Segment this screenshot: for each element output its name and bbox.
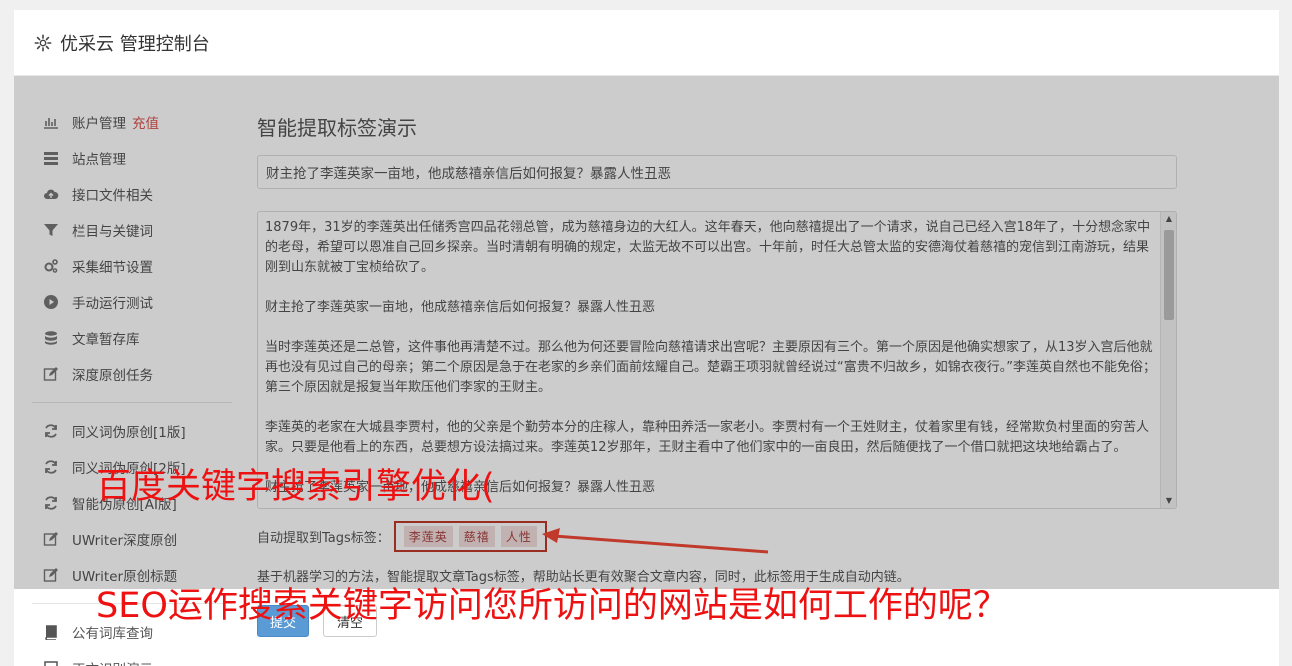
sidebar-item-synonym-v1[interactable]: 同义词伪原创[1版] [42,413,232,449]
play-circle-icon [42,293,60,311]
tags-label: 自动提取到Tags标签： [257,531,390,546]
scroll-down-icon[interactable]: ▼ [1161,494,1176,508]
tag-badge: 李莲英 [403,526,453,547]
sidebar-item-manual-run[interactable]: 手动运行测试 [42,284,232,320]
refresh-icon [42,494,60,512]
overlay-subheadline: SEO运作搜索关键字访问您所访问的网站是如何工作的呢？ [96,586,1008,626]
refresh-icon [42,422,60,440]
content-scrollbar[interactable]: ▲ ▼ [1160,212,1176,508]
edit-icon [42,365,60,383]
edit-icon [42,566,60,584]
overlay-headline: 百度关键字搜索引擎优化( [96,467,495,507]
app-header: 优采云 管理控制台 [14,10,1279,76]
scroll-up-icon[interactable]: ▲ [1161,212,1176,226]
cogs-icon [42,257,60,275]
sidebar-item-deep-original[interactable]: 深度原创任务 [42,356,232,392]
sidebar-item-body-recognition[interactable]: 正文识别演示 [42,650,232,666]
tag-badge: 慈禧 [458,526,495,547]
cloud-upload-icon [42,185,60,203]
article-content-text: 1879年，31岁的李莲英出任储秀宫四品花翎总管，成为慈禧身边的大红人。这年春天… [265,220,1156,495]
sidebar-item-label: 文章暂存库 [72,332,140,348]
page-title: 智能提取标签演示 [257,116,417,140]
main-content: 智能提取标签演示 1879年，31岁的李莲英出任储秀宫四品花翎总管，成为慈禧身边… [257,112,1187,637]
sidebar-item-label: UWriter深度原创 [72,533,178,549]
sidebar-item-label: 手动运行测试 [72,296,153,312]
app-title: 优采云 管理控制台 [60,33,210,55]
arrow-annotation-icon [542,528,769,554]
refresh-icon [42,458,60,476]
sidebar-item-uwriter-deep[interactable]: UWriter深度原创 [42,521,232,557]
recharge-link[interactable]: 充值 [132,112,159,132]
sidebar-item-label: 同义词伪原创[1版] [72,425,186,441]
sidebar-divider [32,402,232,403]
sidebar-item-label: 正文识别演示 [72,658,153,666]
tag-badge: 人性 [500,526,537,547]
database-icon [42,329,60,347]
sidebar-item-label: 栏目与关键词 [72,224,153,240]
gear-icon [34,34,52,52]
sidebar-item-columns-keywords[interactable]: 栏目与关键词 [42,212,232,248]
book-icon [42,623,60,641]
server-icon [42,149,60,167]
sidebar-item-collect-settings[interactable]: 采集细节设置 [42,248,232,284]
sidebar-item-sites[interactable]: 站点管理 [42,140,232,176]
sidebar-item-article-store[interactable]: 文章暂存库 [42,320,232,356]
tags-box: 李莲英 慈禧 人性 [393,521,547,552]
scroll-thumb[interactable] [1164,230,1174,320]
sidebar-item-label: 深度原创任务 [72,368,153,384]
filter-icon [42,221,60,239]
sidebar-item-account[interactable]: 账户管理 充值 [42,104,232,140]
sidebar-item-label: 采集细节设置 [72,260,153,276]
sidebar-item-label: 站点管理 [72,152,126,168]
bar-chart-icon [42,113,60,131]
sidebar-item-label: 账户管理 [72,116,126,132]
article-title-input[interactable] [257,155,1177,189]
sidebar-item-interface-files[interactable]: 接口文件相关 [42,176,232,212]
sidebar-item-label: 接口文件相关 [72,188,153,204]
edit-icon [42,530,60,548]
square-icon [42,659,60,666]
